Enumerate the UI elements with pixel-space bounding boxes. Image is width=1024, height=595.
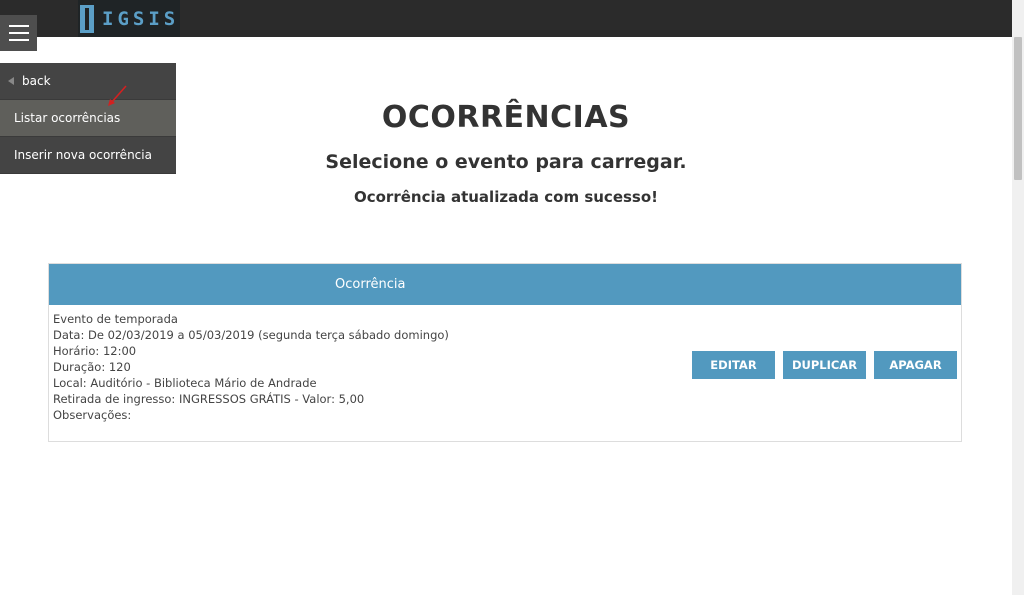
page-title: OCORRÊNCIAS <box>381 100 631 135</box>
ocorrencias-table: Ocorrência Evento de temporada Data: De … <box>48 263 962 442</box>
event-date: Data: De 02/03/2019 a 05/03/2019 (segund… <box>53 328 449 342</box>
event-ticket: Retirada de ingresso: INGRESSOS GRÁTIS -… <box>53 392 365 406</box>
back-label: back <box>22 74 51 88</box>
menu-line-icon <box>8 39 29 41</box>
table-header: Ocorrência <box>49 264 961 305</box>
logo[interactable]: IGSIS <box>78 0 180 37</box>
delete-button[interactable]: APAGAR <box>874 351 957 379</box>
event-type: Evento de temporada <box>53 312 178 326</box>
top-bar: IGSIS <box>0 0 1012 37</box>
row-actions: EDITAR DUPLICAR APAGAR <box>692 351 957 379</box>
success-message: Ocorrência atualizada com sucesso! <box>353 188 658 206</box>
edit-button[interactable]: EDITAR <box>692 351 775 379</box>
menu-line-icon <box>8 32 29 34</box>
page-subtitle: Selecione o evento para carregar. <box>325 151 687 173</box>
column-header-ocorrencia: Ocorrência <box>335 277 406 292</box>
duplicate-button[interactable]: DUPLICAR <box>783 351 866 379</box>
back-button[interactable]: back <box>0 63 176 100</box>
logo-text: IGSIS <box>102 7 180 30</box>
table-row: Evento de temporada Data: De 02/03/2019 … <box>49 305 961 429</box>
back-arrow-icon <box>8 77 14 85</box>
vertical-scrollbar[interactable] <box>1012 0 1024 595</box>
scrollbar-thumb[interactable] <box>1014 37 1022 180</box>
hamburger-menu-button[interactable] <box>0 15 37 51</box>
menu-line-icon <box>8 25 29 27</box>
event-notes: Observações: <box>53 408 132 422</box>
logo-mark-icon <box>80 4 94 33</box>
